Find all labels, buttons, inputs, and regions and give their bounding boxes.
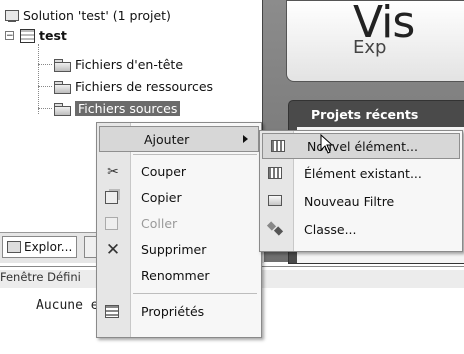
tree-item-source-files[interactable]: Fichiers sources [54,99,181,118]
tree-item-solution[interactable]: Solution 'test' (1 projet) [4,6,171,25]
menu-item-label: Couper [141,164,187,179]
menu-item-cut[interactable]: ✂ Couper [97,159,261,185]
folder-icon [54,58,71,72]
folder-label-selected: Fichiers sources [75,101,181,116]
tree-item-resource-files[interactable]: Fichiers de ressources [54,77,213,96]
add-submenu: Nouvel élément... Élément existant... No… [259,130,463,252]
tree-guide-line [38,64,52,65]
menu-item-add[interactable]: Ajouter [99,126,259,152]
menu-item-label: Renommer [141,268,210,283]
menu-item-label: Coller [141,216,178,231]
menu-item-label: Propriétés [141,304,205,319]
menu-item-label: Ajouter [144,132,190,147]
copy-icon [105,191,121,205]
project-label: test [39,28,67,43]
folder-label: Fichiers d'en-tête [75,57,184,72]
menu-item-copy[interactable]: Copier [97,185,261,211]
new-item-icon [271,140,287,154]
recent-projects-title: Projets récents [311,107,419,122]
menu-item-existing-item[interactable]: Élément existant... [260,161,462,187]
menu-item-properties[interactable]: Propriétés [97,299,261,325]
menu-item-label: Copier [141,190,182,205]
menu-item-class[interactable]: Classe... [260,217,462,243]
new-folder-icon [268,195,284,209]
start-page-subtitle: Exp [353,37,387,58]
project-icon [20,28,35,43]
menu-separator [133,154,257,155]
class-icon [268,223,284,237]
menu-item-label: Supprimer [141,242,207,257]
tree-item-header-files[interactable]: Fichiers d'en-tête [54,55,183,74]
paste-icon [105,217,121,231]
menu-item-delete[interactable]: ✕ Supprimer [97,237,261,263]
menu-item-label: Élément existant... [304,166,422,181]
tab-solution-explorer[interactable]: Explor... [2,236,78,258]
menu-item-rename[interactable]: Renommer [97,263,261,289]
existing-item-icon [268,167,284,181]
menu-item-label: Nouveau Filtre [304,194,395,209]
submenu-arrow-icon [243,135,248,143]
menu-separator [133,293,257,294]
tree-item-project[interactable]: test [20,26,67,45]
context-menu: Ajouter ✂ Couper Copier Coller ✕ Supprim… [96,122,262,338]
menu-item-paste[interactable]: Coller [97,211,261,237]
properties-icon [105,305,121,319]
folder-label: Fichiers de ressources [75,79,214,94]
explorer-icon [7,241,21,253]
folder-icon [54,102,71,116]
tree-guide-line [38,44,39,114]
solution-label: Solution 'test' (1 projet) [23,8,171,23]
mouse-pointer-icon [320,134,334,154]
solution-icon [4,9,19,22]
tree-guide-line [38,108,52,109]
tab-label: Explor... [24,240,73,254]
menu-item-label: Classe... [304,222,357,237]
tree-guide-line [38,86,52,87]
menu-item-new-item[interactable]: Nouvel élément... [262,133,460,159]
collapse-toggle[interactable]: − [5,31,14,41]
folder-icon [54,80,71,94]
scissors-icon: ✂ [107,164,119,180]
start-page-header: Vis Exp [286,0,464,82]
delete-icon: ✕ [105,240,121,260]
menu-item-new-filter[interactable]: Nouveau Filtre [260,189,462,215]
